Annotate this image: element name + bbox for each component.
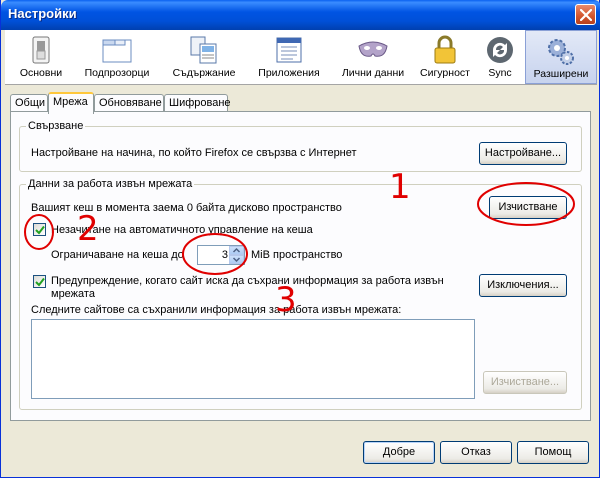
ok-button[interactable]: Добре [363, 441, 435, 464]
connection-description: Настройване на начина, по който Firefox … [31, 147, 357, 159]
title-bar[interactable]: Настройки [1, 0, 600, 30]
connection-legend: Свързване [28, 120, 84, 132]
connection-settings-button[interactable]: Настройване... [479, 142, 567, 165]
pane-content[interactable]: Съдържание [163, 30, 245, 84]
checkmark-icon [35, 225, 45, 235]
pane-security[interactable]: Сигурност [413, 30, 477, 84]
pane-tabs-label: Подпрозорци [84, 67, 150, 79]
close-icon [580, 9, 592, 21]
cache-limit-value: 3 [221, 249, 228, 261]
cache-limit-suffix: MiB пространство [251, 249, 343, 261]
clear-cache-button[interactable]: Изчистване [489, 196, 567, 219]
pane-applications-label: Приложения [258, 67, 320, 79]
arrow-up-icon [232, 247, 241, 253]
gears-icon [548, 39, 574, 65]
content-icon [190, 36, 217, 64]
pane-advanced-label: Разширени [533, 68, 589, 80]
pane-tabs[interactable]: Подпрозорци [77, 30, 157, 84]
network-tab-panel: Свързване Настройване на начина, по койт… [10, 111, 591, 421]
close-button[interactable] [575, 4, 596, 25]
offline-warning-label-line2: мрежата [51, 288, 95, 300]
tab-network[interactable]: Мрежа [48, 92, 94, 114]
pane-security-label: Сигурност [420, 67, 470, 79]
sync-icon [487, 37, 513, 63]
pane-sync[interactable]: Sync [475, 30, 525, 84]
windows-icon [102, 39, 132, 63]
cache-limit-stepper[interactable]: 3 [197, 245, 245, 265]
spin-up-button[interactable] [229, 246, 244, 255]
pane-sync-label: Sync [488, 67, 512, 79]
preferences-window: Настройки Основни Подпрозорци Съдържание… [0, 0, 600, 478]
exceptions-button[interactable]: Изключения... [479, 274, 567, 297]
spin-down-button[interactable] [229, 255, 244, 264]
annotation-number-2: 2 [77, 209, 99, 249]
offline-sites-list[interactable] [31, 319, 475, 399]
pane-privacy-label: Лични данни [341, 67, 405, 79]
checkmark-icon [35, 277, 45, 287]
override-cache-checkbox[interactable] [33, 223, 46, 236]
offline-sites-label: Следните сайтове са съхранили информация… [31, 304, 402, 316]
arrow-down-icon [232, 257, 241, 263]
cache-limit-prefix: Ограничаване на кеша до [51, 249, 184, 261]
cancel-button[interactable]: Отказ [440, 441, 512, 464]
offline-legend: Данни за работа извън мрежата [28, 178, 193, 190]
pane-content-label: Съдържание [172, 67, 236, 79]
help-button[interactable]: Помощ [517, 441, 589, 464]
pane-general-label: Основни [19, 67, 63, 79]
offline-warning-checkbox[interactable] [33, 275, 46, 288]
pane-toolbar: Основни Подпрозорци Съдържание Приложени… [5, 30, 597, 85]
offline-warning-label-line1: Предупреждение, когато сайт иска да съхр… [51, 275, 444, 287]
annotation-number-1: 1 [389, 167, 411, 207]
cache-limit-spin-buttons [229, 246, 244, 264]
tab-update[interactable]: Обновяване [94, 94, 164, 112]
clear-sites-button[interactable]: Изчистване... [483, 371, 567, 394]
applications-icon [276, 37, 302, 63]
pane-general[interactable]: Основни [11, 30, 71, 84]
pane-privacy[interactable]: Лични данни [333, 30, 413, 84]
window-title: Настройки [8, 6, 77, 21]
privacy-mask-icon [358, 41, 388, 57]
annotation-number-3: 3 [275, 280, 297, 320]
switch-icon [32, 36, 50, 64]
tab-general[interactable]: Общи [10, 94, 48, 112]
pane-applications[interactable]: Приложения [249, 30, 329, 84]
padlock-icon [434, 35, 456, 64]
pane-advanced[interactable]: Разширени [525, 30, 597, 84]
tab-encryption[interactable]: Шифроване [164, 94, 231, 112]
